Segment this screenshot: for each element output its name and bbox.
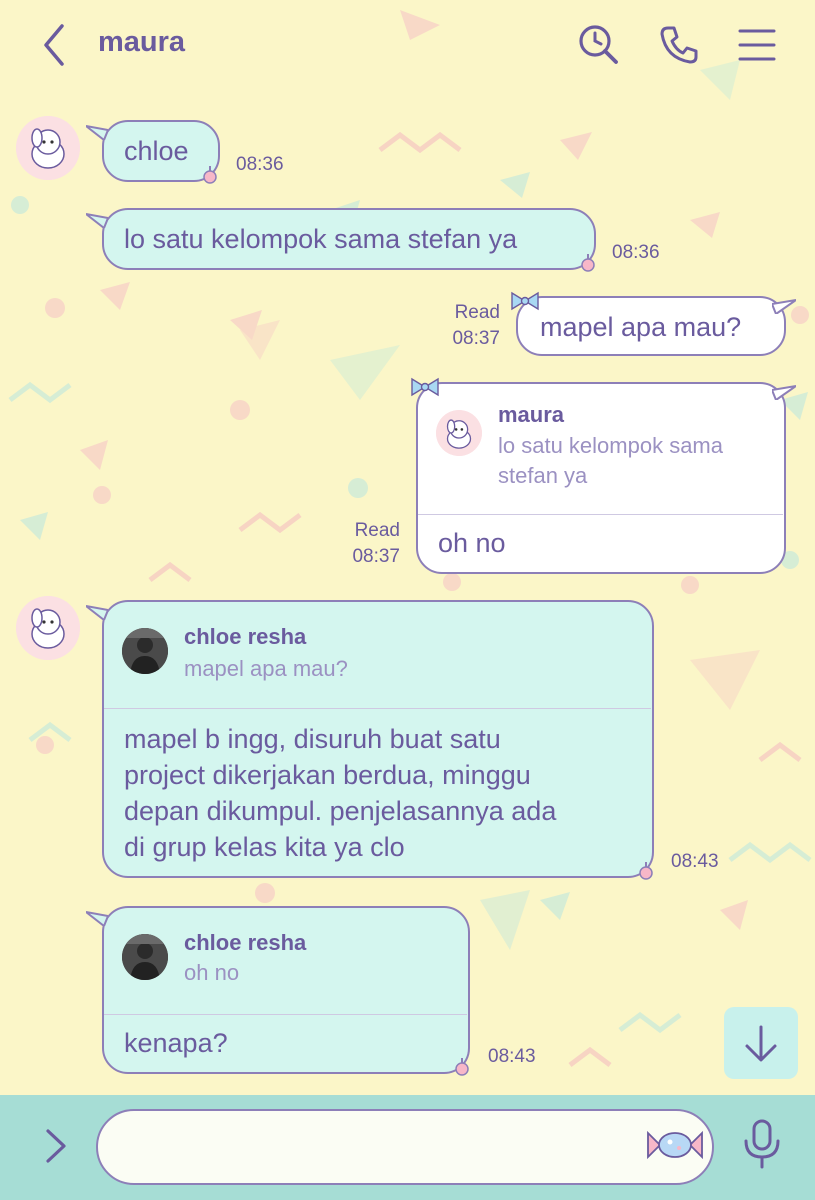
user-photo-icon [122, 628, 168, 674]
message-bubble[interactable]: mapel apa mau? [516, 296, 786, 356]
sticker-button[interactable] [646, 1125, 704, 1165]
message-text-line: mapel b ingg, disuruh buat satu [124, 724, 501, 754]
bubble-tail-icon [86, 213, 108, 228]
expand-tools-button[interactable] [36, 1123, 76, 1169]
message-text: kenapa? [124, 1028, 228, 1058]
bubble-tail-icon [772, 299, 796, 314]
menu-icon [738, 29, 776, 61]
message-time: 08:43 [488, 1046, 536, 1067]
reply-message-bubble[interactable]: maura lo satu kelompok sama stefan ya oh… [416, 382, 786, 574]
candy-icon [647, 1130, 703, 1160]
read-receipt: Read 08:37 [330, 518, 400, 570]
message-text: mapel apa mau? [540, 312, 742, 342]
message-text-line: depan dikumpul. penjelasannya ada [124, 796, 557, 826]
message-time: 08:36 [236, 154, 284, 175]
chevron-left-icon [44, 24, 64, 66]
message-text-line: project dikerjakan berdua, minggu [124, 760, 531, 790]
puppy-avatar-icon [16, 596, 80, 660]
bubble-tail-icon [86, 911, 108, 926]
reply-quote: oh no [184, 960, 240, 985]
search-history-button[interactable] [576, 22, 622, 68]
phone-icon [660, 26, 698, 64]
bubble-tail-icon [86, 605, 108, 620]
scroll-to-bottom-button[interactable] [724, 1007, 798, 1079]
cherry-icon [581, 254, 595, 272]
contact-avatar[interactable] [16, 596, 80, 660]
message-compose-bar [0, 1095, 815, 1200]
puppy-avatar-icon [16, 116, 80, 180]
reply-avatar [122, 934, 168, 980]
message-time: 08:36 [612, 242, 660, 263]
bow-icon [511, 291, 539, 311]
read-status: Read [354, 520, 400, 541]
search-clock-icon [579, 25, 618, 64]
message-time: 08:43 [671, 851, 719, 872]
voice-message-button[interactable] [740, 1117, 784, 1173]
chevron-right-icon [46, 1129, 66, 1163]
message-text: lo satu kelompok sama stefan ya [124, 224, 518, 254]
reply-avatar [436, 410, 482, 456]
message-text-line: di grup kelas kita ya clo [124, 832, 405, 862]
chat-screen: maura chloe 08:36 lo satu kelompok sama … [0, 0, 815, 1200]
reply-quote: mapel apa mau? [184, 656, 348, 681]
reply-divider [104, 708, 651, 709]
message-input[interactable] [96, 1109, 714, 1185]
microphone-icon [744, 1119, 780, 1169]
call-button[interactable] [656, 22, 702, 68]
reply-avatar [122, 628, 168, 674]
puppy-avatar-icon [436, 410, 482, 456]
message-text: oh no [438, 528, 506, 558]
reply-divider [418, 514, 783, 515]
reply-divider [104, 1014, 467, 1015]
read-receipt: Read 08:37 [430, 300, 500, 352]
cherry-icon [455, 1058, 469, 1076]
message-text: chloe [124, 136, 189, 166]
reply-quote: lo satu kelompok sama stefan ya [498, 433, 723, 488]
menu-button[interactable] [734, 22, 780, 68]
reply-author: chloe resha [184, 930, 307, 955]
reply-author: chloe resha [184, 624, 307, 649]
chat-header: maura [0, 0, 815, 92]
reply-author: maura [498, 402, 565, 427]
message-time: 08:37 [452, 328, 500, 349]
read-status: Read [454, 302, 500, 323]
message-bubble[interactable]: lo satu kelompok sama stefan ya [102, 208, 596, 270]
bubble-tail-icon [86, 125, 108, 140]
reply-message-bubble[interactable]: chloe resha oh no kenapa? [102, 906, 470, 1074]
back-button[interactable] [34, 20, 78, 70]
bow-icon [411, 377, 439, 397]
contact-avatar[interactable] [16, 116, 80, 180]
message-time: 08:37 [352, 546, 400, 567]
cherry-icon [203, 166, 217, 184]
cherry-icon [639, 862, 653, 880]
bubble-tail-icon [772, 385, 796, 400]
chat-title: maura [98, 26, 186, 58]
reply-message-bubble[interactable]: chloe resha mapel apa mau? mapel b ingg,… [102, 600, 654, 878]
arrow-down-icon [745, 1025, 777, 1062]
user-photo-icon [122, 934, 168, 980]
